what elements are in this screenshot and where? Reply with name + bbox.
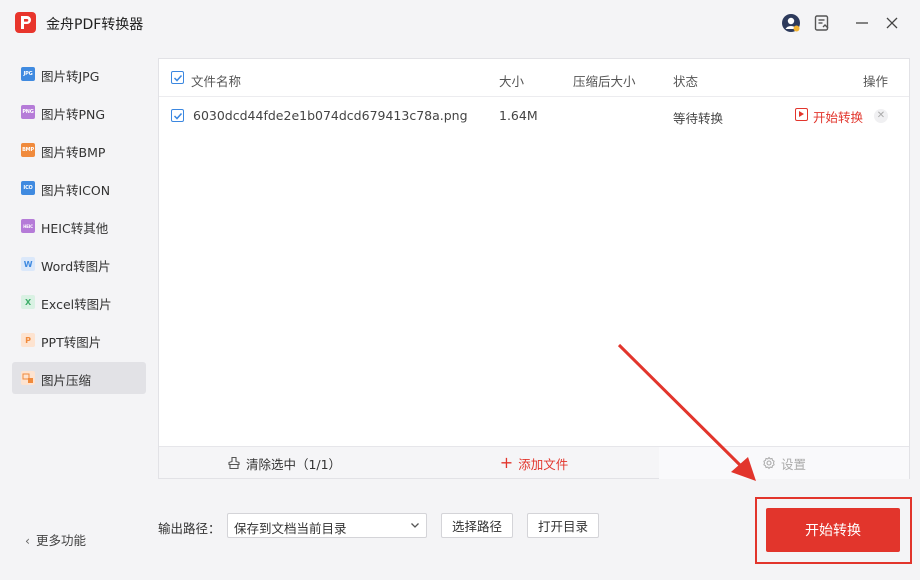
sidebar-item-heic[interactable]: HEIC HEIC转其他 [12, 210, 146, 242]
file-size: 1.64M [499, 108, 538, 123]
clear-selected-label: 清除选中（1/1） [245, 456, 342, 472]
app-title: 金舟PDF转换器 [46, 17, 144, 33]
header-action: 操作 [863, 74, 889, 89]
file-list-panel: 文件名称 大小 压缩后大小 状态 操作 6030dcd44fde2e1b074d… [158, 58, 910, 479]
word-icon: W [21, 257, 35, 271]
play-icon[interactable] [795, 108, 808, 121]
sidebar-item-label: Excel转图片 [41, 297, 112, 312]
ico-file-icon: ICO [21, 181, 35, 195]
more-functions-label: 更多功能 [36, 533, 87, 548]
row-start-convert-link[interactable]: 开始转换 [813, 107, 863, 126]
sidebar-item-label: 图片压缩 [41, 373, 92, 388]
bmp-file-icon: BMP [21, 143, 35, 157]
sidebar-item-label: 图片转BMP [41, 145, 106, 160]
avatar-icon[interactable] [781, 13, 801, 33]
choose-path-button[interactable]: 选择路径 [441, 513, 513, 538]
title-bar: 金舟PDF转换器 [0, 0, 920, 46]
header-compressed-size: 压缩后大小 [573, 74, 636, 89]
row-checkbox[interactable] [171, 109, 184, 122]
select-all-checkbox[interactable] [171, 71, 184, 84]
png-file-icon: PNG [21, 105, 35, 119]
sidebar-item-label: Word转图片 [41, 259, 111, 274]
settings-label: 设置 [780, 456, 806, 472]
delete-row-icon[interactable]: ✕ [874, 109, 888, 123]
excel-icon: X [21, 295, 35, 309]
output-path-label: 输出路径： [158, 521, 221, 536]
table-header: 文件名称 大小 压缩后大小 状态 操作 [159, 59, 909, 97]
add-file-button[interactable]: + 添加文件 [409, 447, 659, 479]
clear-selected-button[interactable]: 清除选中（1/1） [159, 447, 409, 479]
more-functions-link[interactable]: ‹ 更多功能 [25, 530, 86, 549]
open-directory-button[interactable]: 打开目录 [527, 513, 599, 538]
minimize-icon[interactable] [852, 13, 872, 33]
table-row[interactable]: 6030dcd44fde2e1b074dcd679413c78a.png 1.6… [159, 97, 909, 135]
chevron-down-icon [411, 523, 419, 528]
sidebar-item-bmp[interactable]: BMP 图片转BMP [12, 134, 146, 166]
jpg-file-icon: JPG [21, 67, 35, 81]
plus-icon: + [499, 453, 514, 472]
header-file-name: 文件名称 [191, 74, 242, 89]
feedback-icon[interactable] [812, 13, 832, 33]
gear-icon [763, 456, 775, 470]
app-logo-icon [15, 12, 36, 33]
file-name: 6030dcd44fde2e1b074dcd679413c78a.png [193, 108, 468, 123]
broom-icon [228, 456, 240, 470]
compress-icon [21, 371, 35, 385]
header-status: 状态 [673, 74, 699, 89]
output-path-value: 保存到文档当前目录 [234, 521, 347, 536]
sidebar-item-label: PPT转图片 [41, 335, 102, 350]
heic-file-icon: HEIC [21, 219, 35, 233]
sidebar-item-ppt[interactable]: P PPT转图片 [12, 324, 146, 356]
chevron-left-icon: ‹ [25, 533, 30, 548]
add-file-label: 添加文件 [518, 456, 569, 472]
output-path-select[interactable]: 保存到文档当前目录 [227, 513, 427, 538]
ppt-icon: P [21, 333, 35, 347]
start-convert-button[interactable]: 开始转换 [766, 508, 900, 552]
sidebar-item-label: 图片转JPG [41, 69, 100, 84]
sidebar-item-compress[interactable]: 图片压缩 [12, 362, 146, 394]
sidebar-item-label: HEIC转其他 [41, 221, 109, 236]
sidebar-item-label: 图片转PNG [41, 107, 106, 122]
sidebar-item-word[interactable]: W Word转图片 [12, 248, 146, 280]
close-icon[interactable] [882, 13, 902, 33]
settings-button[interactable]: 设置 [659, 447, 909, 479]
sidebar-item-label: 图片转ICON [41, 183, 111, 198]
sidebar-item-icon[interactable]: ICO 图片转ICON [12, 172, 146, 204]
sidebar-item-jpg[interactable]: JPG 图片转JPG [12, 58, 146, 90]
file-status: 等待转换 [673, 111, 724, 126]
sidebar-item-png[interactable]: PNG 图片转PNG [12, 96, 146, 128]
header-size: 大小 [499, 74, 525, 89]
panel-footer: 清除选中（1/1） + 添加文件 设置 [159, 446, 909, 479]
sidebar-item-excel[interactable]: X Excel转图片 [12, 286, 146, 318]
